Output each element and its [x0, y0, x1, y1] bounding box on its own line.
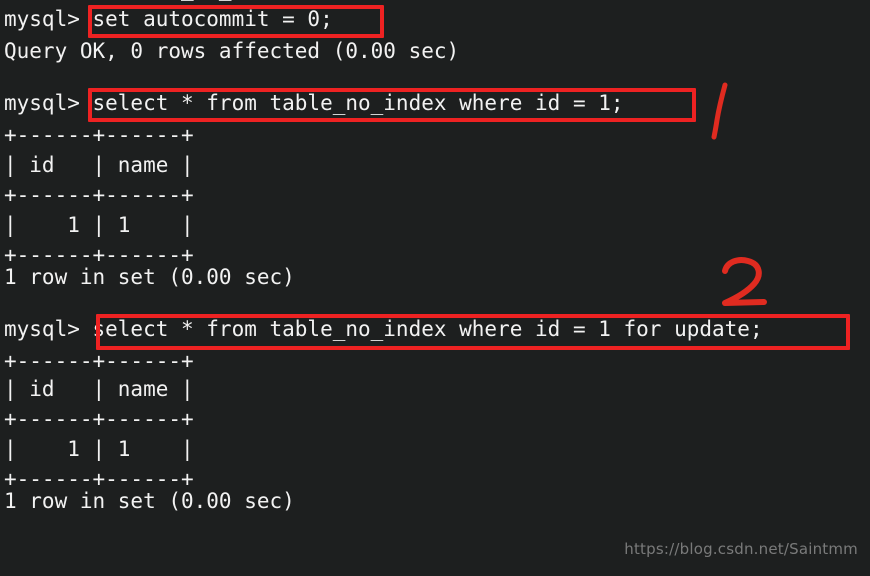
mysql-terminal-window[interactable]: t * from table_no_index where id = 1' at…: [0, 0, 870, 576]
terminal-line-rowcount-2: 1 row in set (0.00 sec): [4, 489, 295, 513]
annotation-mark-one: [705, 82, 739, 140]
terminal-prompt-line[interactable]: mysql>: [4, 532, 158, 570]
terminal-line-query-ok: Query OK, 0 rows affected (0.00 sec): [4, 39, 460, 63]
annotation-mark-two: [716, 255, 776, 315]
watermark-blog-url: https://blog.csdn.net/Saintmm: [624, 540, 858, 558]
terminal-line-rowcount-1: 1 row in set (0.00 sec): [4, 265, 295, 289]
